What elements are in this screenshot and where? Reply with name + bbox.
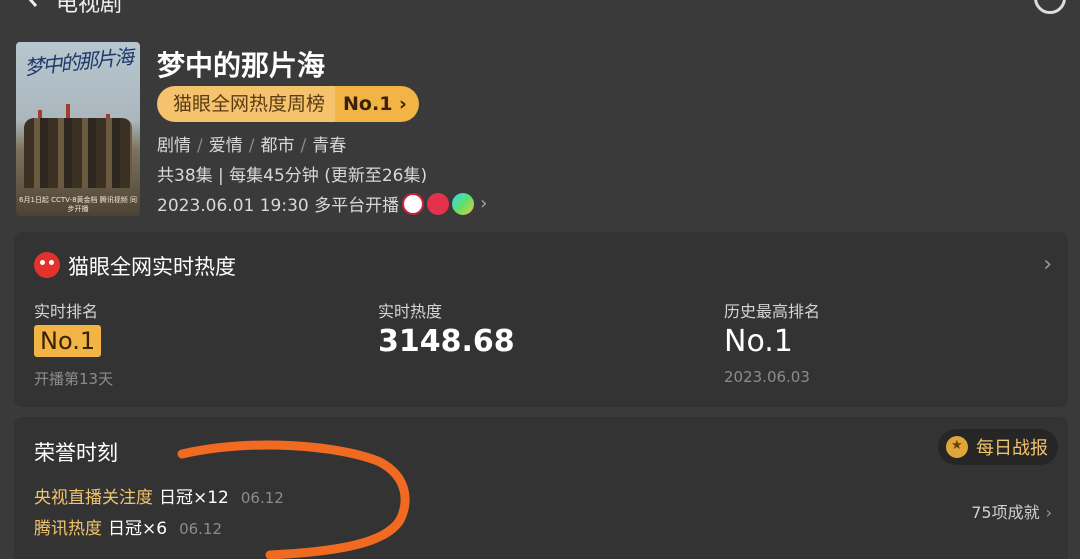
play-platform-icon — [452, 192, 475, 215]
show-title: 梦中的那片海 — [157, 49, 326, 82]
weekly-rank-value: No.1 › — [335, 86, 419, 122]
chevron-right-icon: › — [480, 193, 488, 214]
realtime-heat-title: 猫眼全网实时热度 — [68, 255, 236, 279]
genre-tag: 剧情 — [157, 136, 191, 156]
daily-report-label: 每日战报 — [976, 438, 1048, 459]
weekly-rank-badge[interactable]: 猫眼全网热度周榜 No.1 › — [157, 86, 419, 122]
honor-count: 日冠×6 — [108, 519, 168, 539]
cctv-icon — [402, 192, 425, 215]
achievements-label: 75项成就 — [971, 503, 1040, 522]
chevron-right-icon: › — [1045, 503, 1052, 522]
stat-label: 实时热度 — [378, 302, 443, 321]
genre-tag: 都市 — [260, 136, 295, 156]
episode-info: 共38集 | 每集45分钟 (更新至26集) — [157, 166, 428, 186]
stat-label: 历史最高排名 — [724, 302, 821, 321]
maoyan-cat-icon — [34, 252, 60, 278]
achievements-link[interactable]: 75项成就 › — [971, 499, 1052, 523]
honor-label: 腾讯热度 — [34, 519, 102, 539]
honor-item: 央视直播关注度 日冠×12 06.12 — [34, 483, 284, 508]
chevron-right-icon[interactable]: › — [1043, 252, 1052, 277]
airdate-text: 2023.06.01 19:30 多平台开播 — [157, 196, 400, 216]
genre-tag: 爱情 — [208, 136, 243, 156]
realtime-heat-card[interactable]: 猫眼全网实时热度 › 实时排名 No.1 开播第13天 实时热度 3148.68… — [14, 232, 1068, 407]
honor-count: 日冠×12 — [159, 488, 229, 508]
back-arrow-icon[interactable] — [22, 0, 44, 8]
show-poster[interactable]: 梦中的那片海 6月1日起 CCTV-8黄金档 腾讯视频 同步开播 — [16, 42, 140, 216]
honor-date: 06.12 — [240, 489, 284, 507]
realtime-heat-value: 3148.68 — [378, 324, 515, 359]
poster-title: 梦中的那片海 — [23, 44, 134, 80]
more-icon[interactable] — [1034, 0, 1066, 14]
poster-caption: 6月1日起 CCTV-8黄金档 腾讯视频 同步开播 — [19, 196, 137, 213]
airdate-row[interactable]: 2023.06.01 19:30 多平台开播 › — [157, 191, 487, 216]
medal-icon — [946, 436, 968, 458]
stat-sub: 开播第13天 — [34, 370, 114, 388]
top-bar: 电视剧 — [0, 0, 1080, 20]
honor-label: 央视直播关注度 — [34, 488, 153, 508]
stat-sub: 2023.06.03 — [724, 368, 810, 386]
red-platform-icon — [427, 192, 450, 215]
stat-label: 实时排名 — [34, 302, 99, 321]
peak-rank-value: No.1 — [724, 324, 793, 359]
genre-tag: 青春 — [312, 136, 347, 156]
weekly-rank-label: 猫眼全网热度周榜 — [157, 86, 336, 122]
honors-title: 荣誉时刻 — [34, 441, 118, 465]
honors-card: 荣誉时刻 每日战报 央视直播关注度日冠×12 06.12 腾讯热度日冠×6 06.1… — [14, 417, 1068, 559]
honor-date: 06.12 — [179, 520, 223, 538]
back-label[interactable]: 电视剧 — [56, 0, 122, 18]
honor-item: 腾讯热度 日冠×6 06.12 — [34, 514, 222, 539]
realtime-rank-value: No.1 — [34, 325, 102, 357]
poster-figures — [24, 118, 132, 188]
genre-list: 剧情 / 爱情 / 都市 / 青春 — [157, 136, 347, 156]
daily-report-button[interactable]: 每日战报 — [938, 429, 1058, 465]
